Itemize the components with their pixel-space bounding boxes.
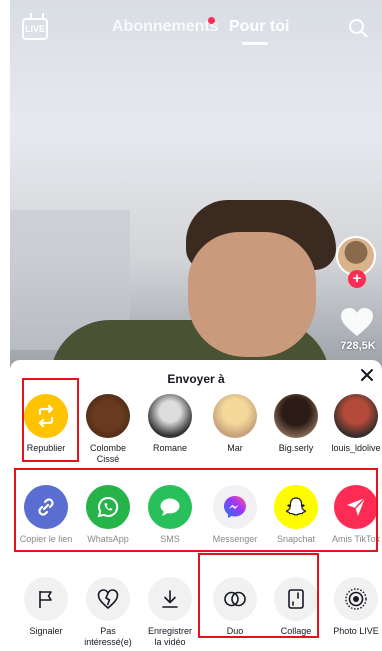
video-subject-face [188, 232, 316, 357]
live-photo-button[interactable]: Photo LIVE [324, 577, 382, 637]
highlight-box-duet-stitch [198, 553, 319, 638]
heart-icon[interactable] [340, 307, 374, 337]
close-icon[interactable] [360, 368, 374, 382]
contact-item[interactable]: Romane [138, 394, 202, 454]
broken-heart-icon [86, 577, 130, 621]
share-actions-row: Signaler Pas intéressé(e) Enregistrer la… [10, 577, 382, 651]
save-video-button[interactable]: Enregistrer la vidéo [138, 577, 202, 648]
contact-label: Big.serly [278, 443, 314, 453]
contact-item[interactable]: Big.serly [264, 394, 328, 454]
not-interested-button[interactable]: Pas intéressé(e) [76, 577, 140, 648]
like-count: 728,5K [340, 340, 376, 352]
highlight-box-repost [22, 378, 79, 462]
live-icon[interactable]: LIVE [22, 18, 48, 40]
not-interested-label: Pas intéressé(e) [84, 626, 132, 647]
tab-following[interactable]: Abonnements [112, 18, 219, 36]
avatar [334, 394, 378, 438]
report-label: Signaler [29, 626, 63, 636]
avatar [213, 394, 257, 438]
save-video-label: Enregistrer la vidéo [147, 626, 192, 647]
search-icon[interactable] [348, 18, 368, 38]
contact-item[interactable]: Mar [203, 394, 267, 454]
top-bar: LIVE Abonnements Pour toi [0, 0, 382, 60]
avatar [148, 394, 192, 438]
avatar [274, 394, 318, 438]
tab-for-you[interactable]: Pour toi [229, 18, 289, 36]
follow-plus-icon[interactable]: + [348, 270, 366, 288]
report-button[interactable]: Signaler [14, 577, 78, 637]
contact-label: Colombe Cissé [89, 443, 127, 464]
contact-label: louis_ldolive [331, 443, 381, 453]
active-tab-indicator [242, 42, 268, 45]
flag-icon [24, 577, 68, 621]
live-photo-icon [334, 577, 378, 621]
contact-label: Romane [152, 443, 188, 453]
contact-item[interactable]: Colombe Cissé [76, 394, 140, 465]
download-icon [148, 577, 192, 621]
contact-label: Mar [227, 443, 243, 453]
avatar [86, 394, 130, 438]
live-photo-label: Photo LIVE [333, 626, 379, 636]
contact-item[interactable]: louis_ldolive [324, 394, 382, 454]
highlight-box-apps [14, 468, 378, 552]
notification-dot [208, 17, 215, 24]
